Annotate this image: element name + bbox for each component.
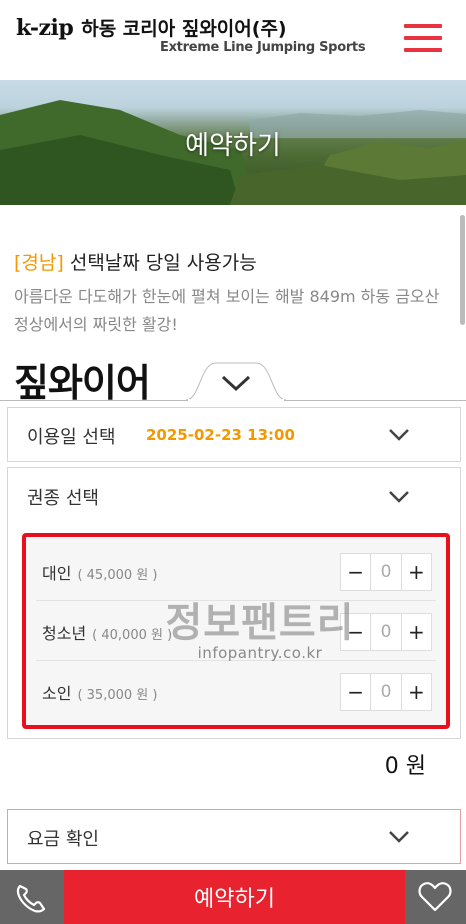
- ticket-price: ( 40,000 원 ): [92, 628, 173, 643]
- header: k-zip 하동 코리아 짚와이어(주) Extreme Line Jumpin…: [0, 0, 466, 80]
- ticket-name: 소인( 35,000 원 ): [42, 684, 158, 703]
- hamburger-menu-icon[interactable]: [404, 24, 444, 54]
- region-tag: [경남]: [14, 252, 64, 274]
- logo-title: 하동 코리아 짚와이어(주): [81, 18, 287, 40]
- minus-button[interactable]: −: [341, 614, 370, 650]
- quantity-stepper: − 0 +: [340, 553, 432, 591]
- chevron-down-icon: [389, 429, 409, 441]
- ticket-item-youth: 청소년( 40,000 원 ) − 0 +: [36, 603, 436, 661]
- ticket-name: 청소년( 40,000 원 ): [42, 624, 173, 643]
- ticket-select-label: 권종 선택: [27, 488, 99, 509]
- ticket-name: 대인( 45,000 원 ): [42, 564, 158, 583]
- phone-call-button[interactable]: [0, 870, 64, 924]
- quantity-stepper: − 0 +: [340, 673, 432, 711]
- chevron-down-icon: [389, 831, 409, 843]
- minus-button[interactable]: −: [341, 554, 370, 590]
- ticket-price: ( 45,000 원 ): [77, 568, 158, 583]
- minus-button[interactable]: −: [341, 674, 370, 710]
- intro-headline-text: 선택날짜 당일 사용가능: [63, 252, 257, 274]
- bottom-action-bar: 예약하기: [0, 870, 466, 924]
- plus-button[interactable]: +: [402, 614, 431, 650]
- quantity-value[interactable]: 0: [370, 554, 402, 590]
- date-select-label: 이용일 선택: [27, 427, 116, 448]
- quantity-stepper: − 0 +: [340, 613, 432, 651]
- heart-icon: [418, 882, 452, 912]
- quantity-value[interactable]: 0: [370, 614, 402, 650]
- wishlist-button[interactable]: [405, 870, 466, 924]
- ticket-item-adult: 대인( 45,000 원 ) − 0 +: [36, 543, 436, 601]
- fee-check-label: 요금 확인: [27, 829, 99, 850]
- logo[interactable]: k-zip 하동 코리아 짚와이어(주): [16, 14, 287, 41]
- ticket-item-child: 소인( 35,000 원 ) − 0 +: [36, 663, 436, 721]
- logo-subtitle: Extreme Line Jumping Sports: [160, 40, 366, 55]
- selected-date: 2025-02-23 13:00: [146, 426, 295, 444]
- banner-title: 예약하기: [185, 131, 281, 161]
- ticket-list: 대인( 45,000 원 ) − 0 + 청소년( 40,000 원 ) − 0…: [22, 533, 450, 729]
- intro: [경남] 선택날짜 당일 사용가능 아름다운 다도해가 한눈에 펼쳐 보이는 해…: [14, 248, 454, 339]
- total-price: 0 원: [384, 754, 426, 779]
- intro-headline: [경남] 선택날짜 당일 사용가능: [14, 248, 454, 275]
- ticket-price: ( 35,000 원 ): [77, 688, 158, 703]
- scrollbar[interactable]: [460, 215, 465, 325]
- fee-check-row[interactable]: 요금 확인: [7, 809, 461, 864]
- hero-banner: 예약하기: [0, 80, 466, 205]
- plus-button[interactable]: +: [402, 674, 431, 710]
- panel-toggle-tab[interactable]: [186, 361, 286, 401]
- logo-brand: k-zip: [16, 15, 74, 41]
- chevron-down-icon[interactable]: [388, 490, 410, 504]
- reserve-button[interactable]: 예약하기: [64, 870, 405, 924]
- plus-button[interactable]: +: [402, 554, 431, 590]
- intro-description: 아름다운 다도해가 한눈에 펼쳐 보이는 해발 849m 하동 금오산 정상에서…: [14, 287, 440, 334]
- date-select-row[interactable]: 이용일 선택 2025-02-23 13:00: [7, 407, 461, 462]
- phone-icon: [16, 884, 46, 913]
- section-title: 짚와이어: [14, 361, 151, 405]
- quantity-value[interactable]: 0: [370, 674, 402, 710]
